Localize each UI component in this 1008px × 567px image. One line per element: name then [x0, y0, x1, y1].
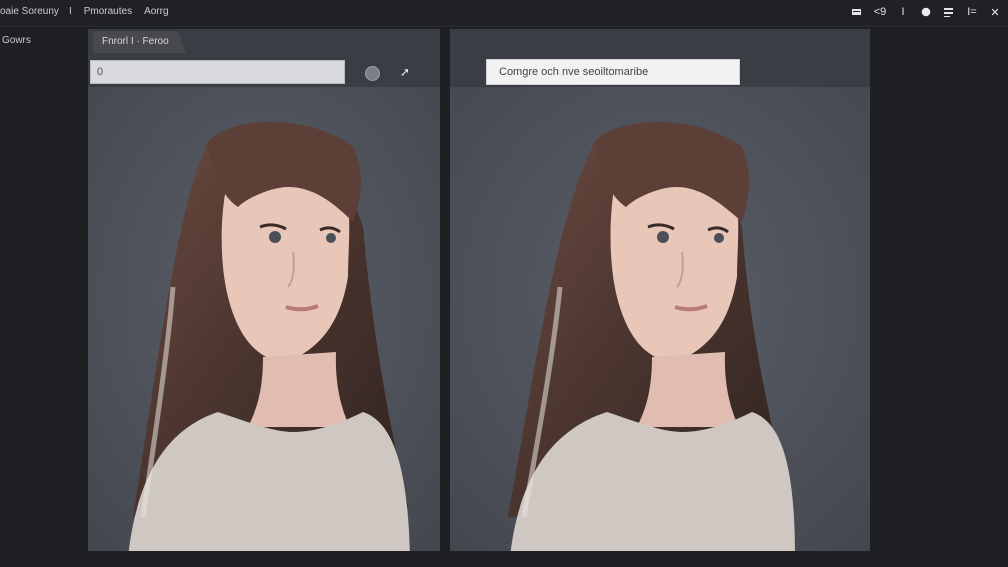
menu-item-file[interactable]: oaie Soreuny — [0, 6, 59, 17]
menu-icon[interactable] — [850, 4, 864, 20]
search-input[interactable]: 0 — [90, 60, 345, 84]
menu-item-about[interactable]: Aorrg — [144, 6, 168, 17]
top-bar: oaie Soreuny I Pmorautes Aorrg <9 I I= ✕ — [0, 0, 1008, 27]
portrait-image-left — [88, 87, 440, 551]
menu-bar: oaie Soreuny I Pmorautes Aorrg — [0, 6, 169, 17]
right-panel-header: Comgre och nve seoiltomaribe — [450, 29, 870, 87]
portrait-image-right — [450, 87, 870, 551]
prompt-input[interactable]: Comgre och nve seoiltomaribe — [486, 59, 740, 85]
tab-image[interactable]: Fnrorl I · Feroo — [93, 31, 186, 53]
layout-icon[interactable]: I= — [965, 4, 979, 20]
right-margin — [876, 29, 1008, 551]
menu-item-properties[interactable]: Pmorautes — [84, 6, 132, 17]
sidebar-label: Gowrs — [2, 35, 31, 46]
left-image-panel: Fnrorl I · Feroo 0 ➚ — [88, 29, 440, 551]
info-icon[interactable]: I — [896, 4, 910, 20]
record-icon[interactable] — [919, 4, 933, 20]
arrow-icon[interactable]: ➚ — [400, 65, 414, 79]
sidebar: Gowrs — [0, 27, 86, 567]
left-panel-header: Fnrorl I · Feroo 0 ➚ — [88, 29, 440, 87]
menu-separator: I — [68, 6, 72, 17]
nine-icon[interactable]: <9 — [873, 4, 887, 20]
circle-button[interactable] — [365, 66, 380, 81]
right-image-panel: Comgre och nve seoiltomaribe — [450, 29, 870, 551]
list-icon[interactable] — [942, 4, 956, 20]
close-icon[interactable]: ✕ — [988, 4, 1002, 20]
toolbar: <9 I I= ✕ — [850, 4, 1002, 20]
